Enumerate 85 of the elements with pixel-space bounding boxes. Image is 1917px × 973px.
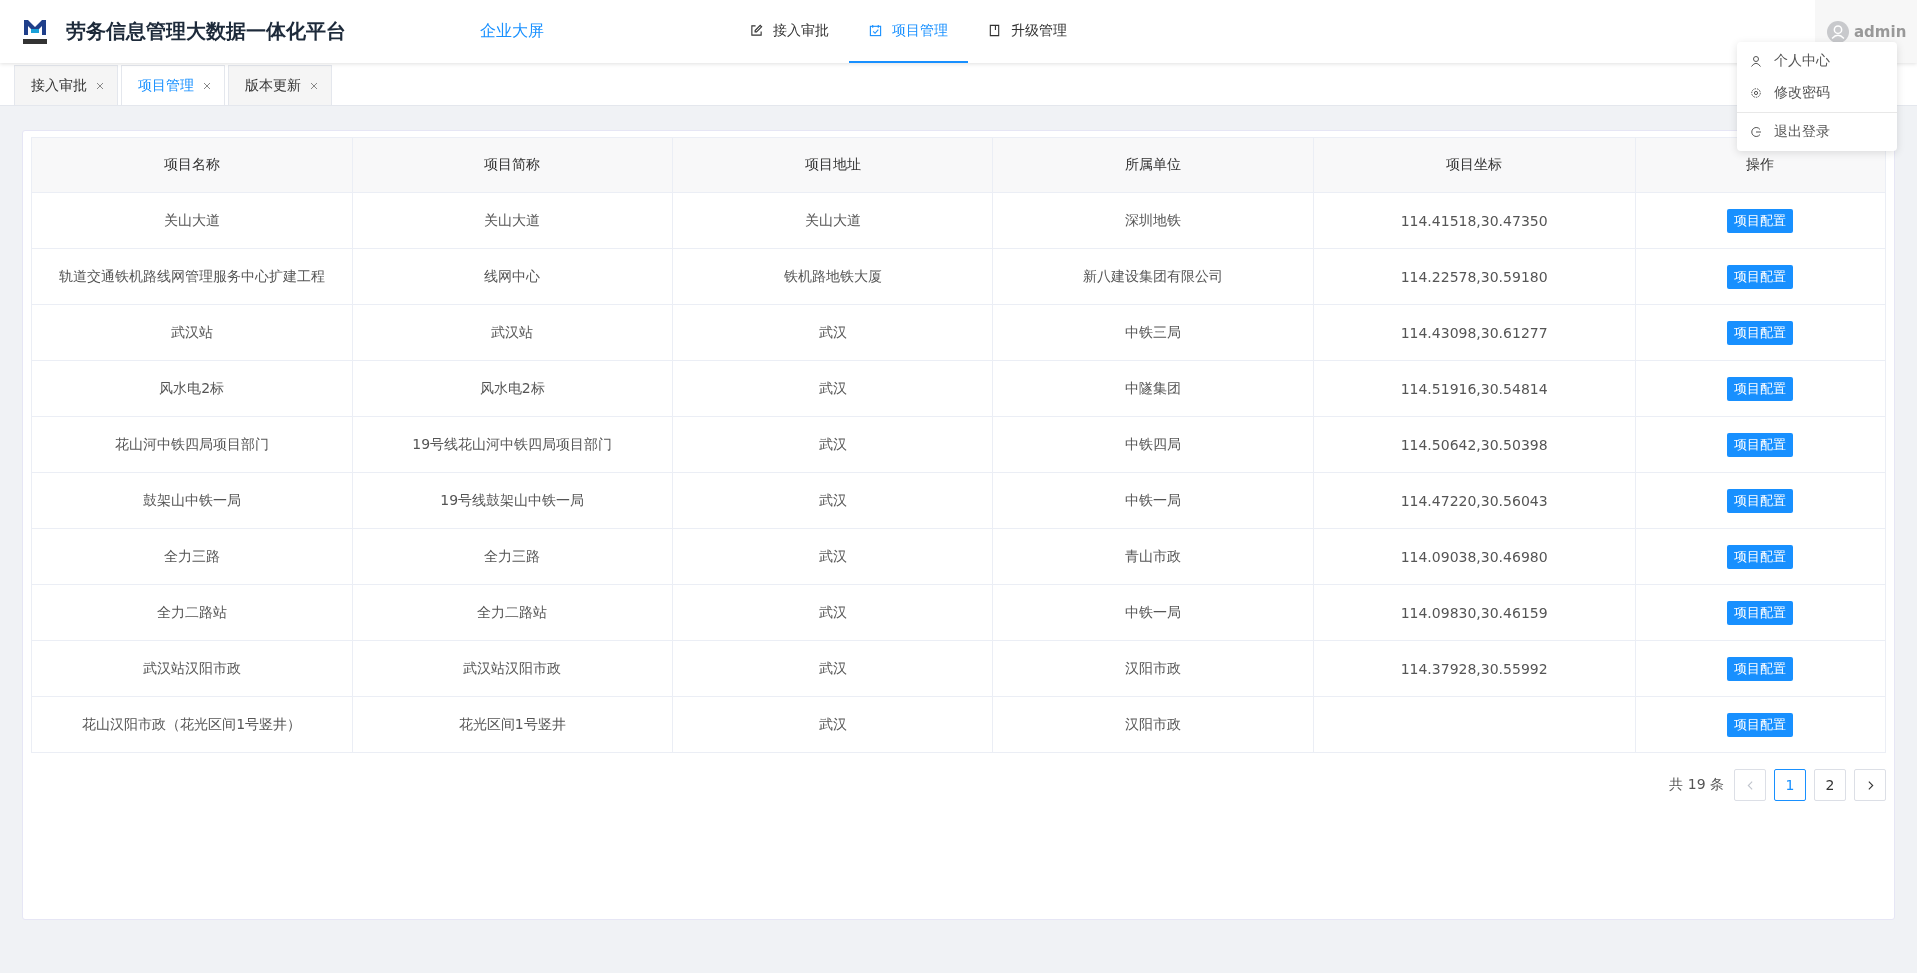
dashboard-link[interactable]: 企业大屏 xyxy=(480,21,730,42)
table-cell: 114.43098,30.61277 xyxy=(1313,304,1636,361)
table-cell: 114.47220,30.56043 xyxy=(1313,472,1636,529)
column-header: 项目坐标 xyxy=(1313,137,1636,193)
close-icon[interactable] xyxy=(95,80,105,91)
table-cell: 19号线鼓架山中铁一局 xyxy=(352,472,673,529)
table-cell: 114.50642,30.50398 xyxy=(1313,416,1636,473)
settings-icon xyxy=(1750,87,1762,99)
table-cell: 中铁一局 xyxy=(992,472,1314,529)
table-cell: 中铁四局 xyxy=(992,416,1314,473)
table-cell: 青山市政 xyxy=(992,528,1314,585)
table-cell: 新八建设集团有限公司 xyxy=(992,248,1314,305)
configure-button[interactable]: 项目配置 xyxy=(1727,432,1794,457)
column-header: 项目名称 xyxy=(31,137,353,193)
table-cell: 114.09038,30.46980 xyxy=(1313,528,1636,585)
configure-button[interactable]: 项目配置 xyxy=(1727,376,1794,401)
table-cell: 全力二路站 xyxy=(352,584,673,641)
menu-item[interactable]: 修改密码 xyxy=(1737,77,1897,109)
table-cell: 武汉 xyxy=(672,472,993,529)
table-cell: 19号线花山河中铁四局项目部门 xyxy=(352,416,673,473)
table-cell: 全力三路 xyxy=(352,528,673,585)
column-header: 所属单位 xyxy=(992,137,1314,193)
table-cell: 中隧集团 xyxy=(992,360,1314,417)
table-cell: 武汉站 xyxy=(352,304,673,361)
table-cell: 深圳地铁 xyxy=(992,192,1314,249)
table-cell: 武汉 xyxy=(672,640,993,697)
table-cell: 武汉站汉阳市政 xyxy=(352,640,673,697)
table-cell: 武汉 xyxy=(672,360,993,417)
nav-tab[interactable]: 升级管理 xyxy=(968,0,1087,63)
logout-icon xyxy=(1750,126,1762,138)
table-cell: 花山汉阳市政（花光区间1号竖井） xyxy=(31,696,353,753)
app-title: 劳务信息管理大数据一体化平台 xyxy=(66,18,346,45)
username: admin xyxy=(1854,22,1907,41)
table-cell: 武汉站汉阳市政 xyxy=(31,640,353,697)
page-tab[interactable]: 接入审批 xyxy=(14,65,118,105)
table-cell: 中铁一局 xyxy=(992,584,1314,641)
configure-button[interactable]: 项目配置 xyxy=(1727,264,1794,289)
calendar-check-icon xyxy=(869,24,882,37)
edit-icon xyxy=(750,24,763,37)
document-icon xyxy=(988,24,1001,37)
table-cell: 全力二路站 xyxy=(31,584,353,641)
table-cell: 关山大道 xyxy=(31,192,353,249)
table-cell: 花山河中铁四局项目部门 xyxy=(31,416,353,473)
table-cell: 武汉 xyxy=(672,584,993,641)
table-cell: 114.51916,30.54814 xyxy=(1313,360,1636,417)
table-cell: 武汉站 xyxy=(31,304,353,361)
table-cell: 花光区间1号竖井 xyxy=(352,696,673,753)
table-cell: 武汉 xyxy=(672,696,993,753)
table-cell: 铁机路地铁大厦 xyxy=(672,248,993,305)
table-cell: 汉阳市政 xyxy=(992,696,1314,753)
table-cell: 鼓架山中铁一局 xyxy=(31,472,353,529)
table-cell: 114.09830,30.46159 xyxy=(1313,584,1636,641)
column-header: 项目地址 xyxy=(672,137,993,193)
close-icon[interactable] xyxy=(202,80,212,91)
page-button[interactable]: 1 xyxy=(1774,769,1806,801)
configure-button[interactable]: 项目配置 xyxy=(1727,208,1794,233)
table-cell: 关山大道 xyxy=(672,192,993,249)
page-tab[interactable]: 项目管理 xyxy=(121,65,225,105)
table-cell: 中铁三局 xyxy=(992,304,1314,361)
table-cell: 风水电2标 xyxy=(31,360,353,417)
configure-button[interactable]: 项目配置 xyxy=(1727,600,1794,625)
page-tab[interactable]: 版本更新 xyxy=(228,65,332,105)
configure-button[interactable]: 项目配置 xyxy=(1727,544,1794,569)
configure-button[interactable]: 项目配置 xyxy=(1727,656,1794,681)
table-cell: 武汉 xyxy=(672,416,993,473)
user-icon xyxy=(1750,55,1762,67)
configure-button[interactable]: 项目配置 xyxy=(1727,320,1794,345)
table-cell: 武汉 xyxy=(672,528,993,585)
table-cell: 武汉 xyxy=(672,304,993,361)
table-cell: 全力三路 xyxy=(31,528,353,585)
configure-button[interactable]: 项目配置 xyxy=(1727,712,1794,737)
table-cell: 关山大道 xyxy=(352,192,673,249)
table-cell: 线网中心 xyxy=(352,248,673,305)
page-button[interactable]: 2 xyxy=(1814,769,1846,801)
table-cell: 114.22578,30.59180 xyxy=(1313,248,1636,305)
table-cell: 轨道交通铁机路线网管理服务中心扩建工程 xyxy=(31,248,353,305)
total-count: 共 19 条 xyxy=(1669,776,1724,794)
column-header: 项目简称 xyxy=(352,137,673,193)
table-cell: 风水电2标 xyxy=(352,360,673,417)
configure-button[interactable]: 项目配置 xyxy=(1727,488,1794,513)
table-cell: 汉阳市政 xyxy=(992,640,1314,697)
nav-tab[interactable]: 接入审批 xyxy=(730,0,849,63)
close-icon[interactable] xyxy=(309,80,319,91)
table-cell: 114.37928,30.55992 xyxy=(1313,640,1636,697)
table-cell: 114.41518,30.47350 xyxy=(1313,192,1636,249)
